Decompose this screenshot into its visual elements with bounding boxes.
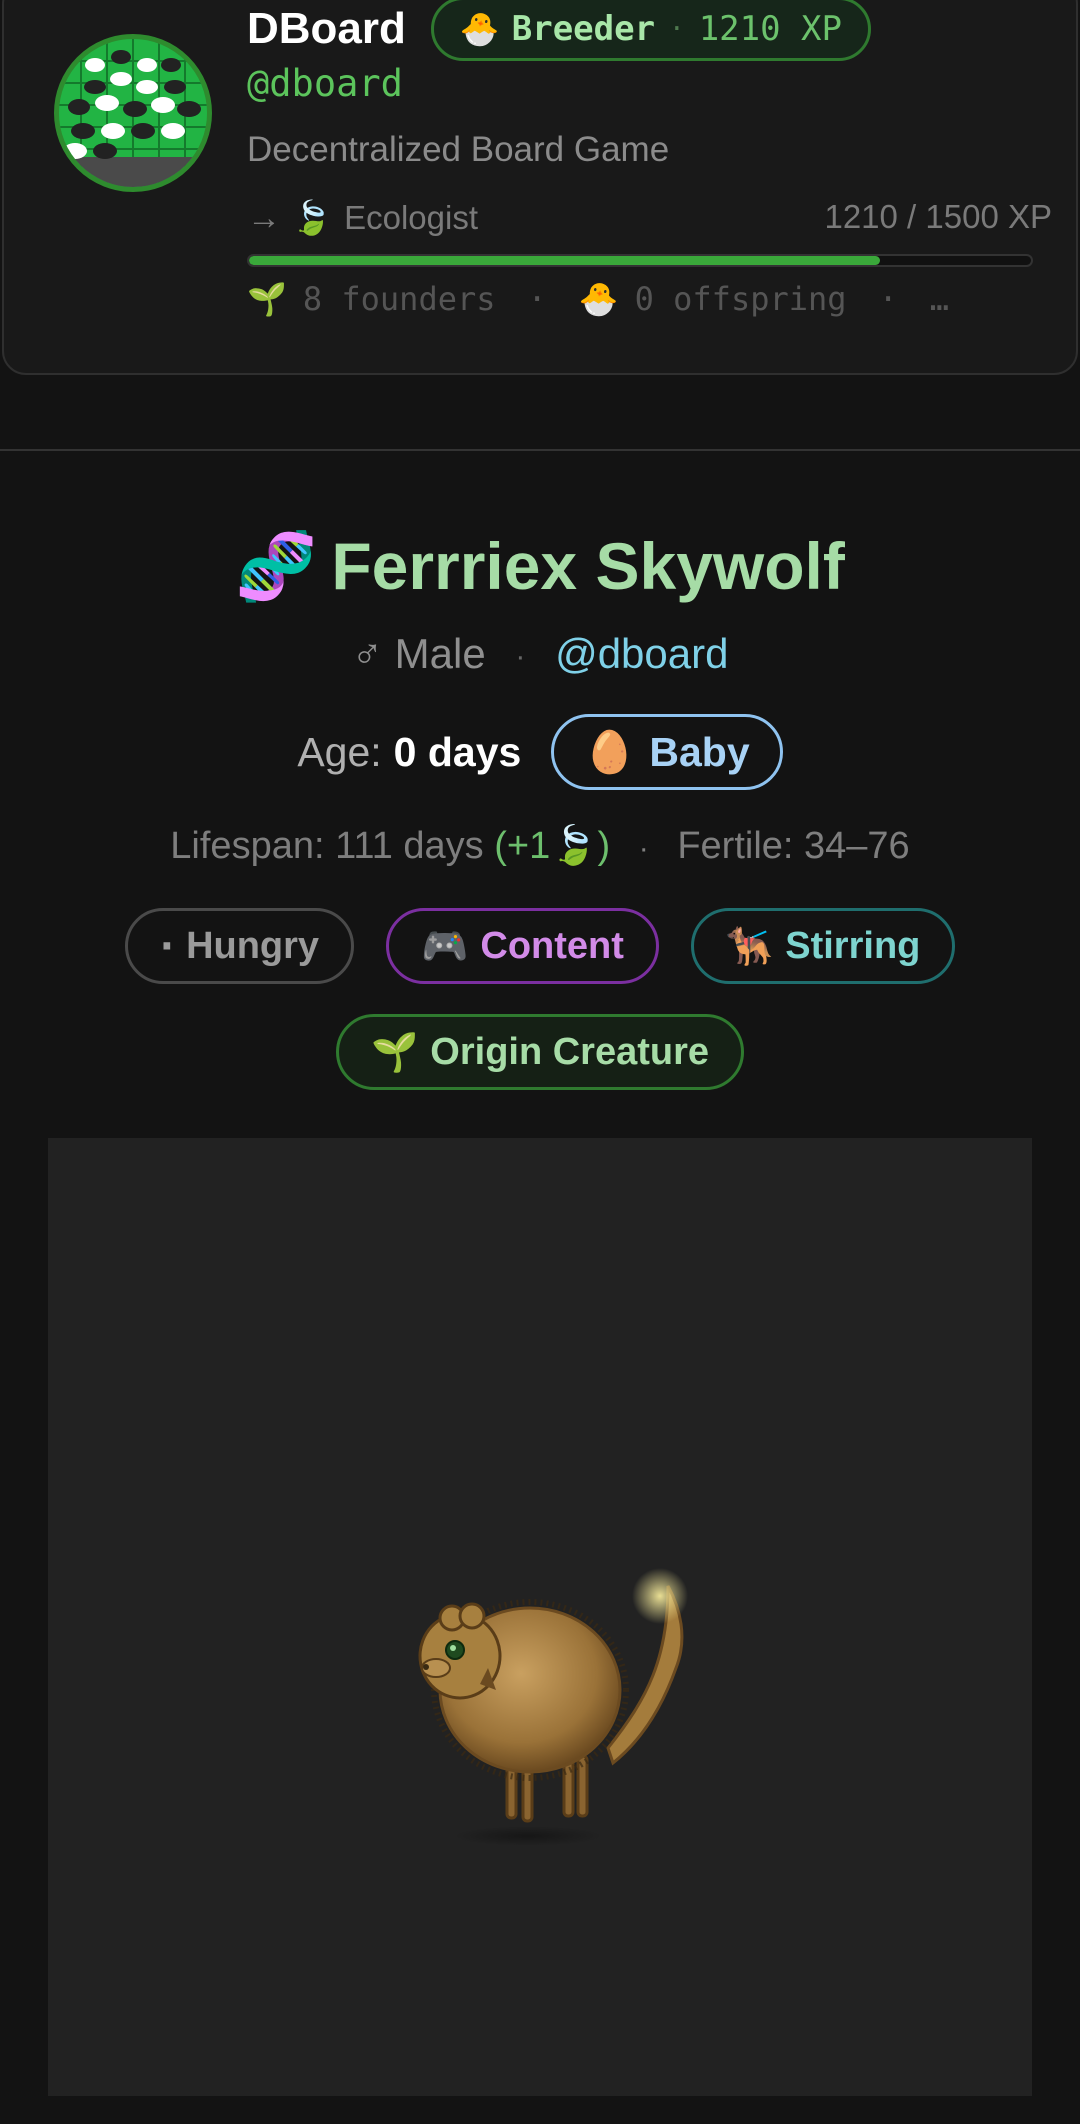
age-value: 0 days bbox=[393, 728, 522, 775]
status-hungry-pill[interactable]: · Hungry bbox=[124, 908, 355, 984]
stats-more[interactable]: … bbox=[930, 280, 949, 318]
offspring-count[interactable]: 0 offspring bbox=[635, 280, 847, 318]
next-rank: → 🍃 Ecologist bbox=[247, 198, 478, 238]
lifespan-separator: · bbox=[638, 832, 649, 865]
profile-stats-row: 🌱 8 founders · 🐣 0 offspring · … bbox=[247, 280, 949, 318]
othello-board-image bbox=[59, 39, 207, 187]
fertile-range: Fertile: 34–76 bbox=[677, 825, 910, 867]
rank-name: Breeder bbox=[511, 9, 656, 49]
status-content-pill[interactable]: 🎮 Content bbox=[386, 908, 659, 984]
meta-separator: · bbox=[515, 639, 526, 673]
profile-bio: Decentralized Board Game bbox=[247, 130, 670, 169]
stats-separator: · bbox=[527, 280, 547, 318]
rank-xp: 1210 XP bbox=[698, 9, 842, 49]
origin-creature-badge[interactable]: 🌱 Origin Creature bbox=[335, 1014, 745, 1090]
profile-name-row: DBoard 🐣 Breeder · 1210 XP bbox=[247, 0, 871, 62]
lifespan: Lifespan: 111 days bbox=[170, 825, 484, 867]
stats-separator: · bbox=[878, 280, 898, 318]
creature-title: 🧬 Ferrriex Skywolf bbox=[0, 528, 1080, 606]
male-icon: ♂ bbox=[351, 630, 384, 677]
creature-age-row: Age: 0 days 🥚 Baby bbox=[0, 714, 1080, 790]
egg-icon: 🥚 bbox=[584, 727, 636, 776]
leaf-icon: 🍃 bbox=[291, 198, 333, 237]
game-controller-icon: 🎮 bbox=[421, 923, 469, 968]
life-stage-badge: 🥚 Baby bbox=[551, 714, 783, 790]
rank-separator: · bbox=[669, 14, 685, 44]
status-label: Hungry bbox=[186, 924, 320, 967]
next-rank-name: Ecologist bbox=[344, 199, 478, 236]
creature-name: Ferrriex Skywolf bbox=[331, 529, 845, 603]
arrow-right-icon: → bbox=[247, 198, 281, 237]
creature-meta-row: ♂ Male · @dboard bbox=[0, 630, 1080, 678]
status-stirring-pill[interactable]: 🐕‍🦺 Stirring bbox=[690, 908, 956, 984]
creature-owner-link[interactable]: @dboard bbox=[555, 630, 728, 677]
creature-origin-row: 🌱 Origin Creature bbox=[0, 1014, 1080, 1090]
section-divider bbox=[0, 449, 1080, 451]
creature-lifespan-row: Lifespan: 111 days (+1🍃) · Fertile: 34–7… bbox=[0, 824, 1080, 868]
xp-progress-text: 1210 / 1500 XP bbox=[824, 198, 1052, 235]
founders-count[interactable]: 8 founders bbox=[303, 280, 496, 318]
chick-icon: 🐣 bbox=[578, 280, 619, 318]
dna-icon: 🧬 bbox=[235, 528, 318, 605]
life-stage-label: Baby bbox=[649, 728, 750, 775]
age-label: Age: bbox=[297, 728, 382, 775]
profile-display-name: DBoard bbox=[247, 4, 406, 53]
status-label: Stirring bbox=[785, 924, 921, 967]
creature-status-row: · Hungry 🎮 Content 🐕‍🦺 Stirring bbox=[0, 908, 1080, 984]
origin-label: Origin Creature bbox=[430, 1030, 710, 1073]
seedling-icon: 🌱 bbox=[247, 280, 287, 318]
xp-progress-fill bbox=[249, 256, 880, 265]
profile-handle[interactable]: @dboard bbox=[247, 62, 403, 105]
avatar[interactable] bbox=[54, 34, 212, 192]
rank-badge[interactable]: 🐣 Breeder · 1210 XP bbox=[430, 0, 871, 61]
lifespan-bonus: (+1🍃) bbox=[494, 825, 611, 867]
status-label: Content bbox=[480, 924, 624, 967]
creature-gender: Male bbox=[394, 630, 486, 677]
profile-card: DBoard 🐣 Breeder · 1210 XP @dboard Decen… bbox=[2, 0, 1078, 375]
service-dog-icon: 🐕‍🦺 bbox=[725, 923, 774, 968]
creature-illustration bbox=[418, 1568, 688, 1846]
xp-progress-bar bbox=[247, 254, 1033, 267]
seedling-icon: 🌱 bbox=[370, 1029, 419, 1074]
chick-icon: 🐣 bbox=[459, 10, 500, 48]
creature-canvas[interactable] bbox=[48, 1138, 1032, 2096]
dot-icon: · bbox=[159, 924, 175, 968]
